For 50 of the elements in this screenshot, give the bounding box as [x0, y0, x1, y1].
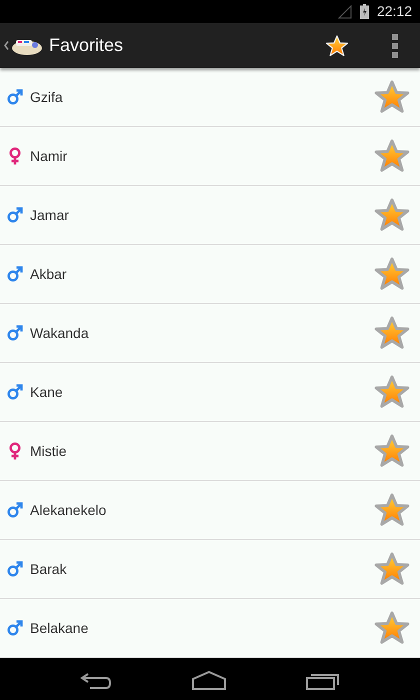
star-icon[interactable]	[374, 138, 410, 174]
battery-icon	[360, 4, 369, 19]
female-symbol-icon	[7, 147, 23, 165]
person-name: Kane	[30, 382, 63, 402]
star-icon[interactable]	[374, 374, 410, 410]
star-icon[interactable]	[374, 492, 410, 528]
home-icon[interactable]	[190, 671, 227, 691]
person-name: Gzifa	[30, 88, 63, 106]
male-symbol-icon	[7, 89, 23, 105]
star-icon[interactable]	[374, 256, 410, 292]
list-row[interactable]: Mistie	[0, 422, 420, 481]
list-row[interactable]: Alekanekelo	[0, 481, 420, 540]
male-symbol-icon	[7, 502, 23, 518]
recent-apps-icon[interactable]	[306, 672, 340, 690]
male-symbol-icon	[7, 207, 23, 223]
list-row[interactable]: Akbar	[0, 245, 420, 304]
male-symbol-icon	[7, 266, 23, 282]
list-row[interactable]: Namir	[0, 127, 420, 186]
star-icon[interactable]	[374, 197, 410, 233]
list-row[interactable]: Wakanda	[0, 304, 420, 363]
list-row[interactable]: Jamar	[0, 186, 420, 245]
person-name: Mistie	[30, 442, 67, 460]
male-symbol-icon	[7, 325, 23, 341]
overflow-menu-button[interactable]	[390, 32, 400, 58]
person-name: Akbar	[30, 264, 67, 284]
clock: 22:12	[376, 2, 412, 21]
screen-title: Favorites	[49, 34, 124, 57]
female-symbol-icon	[7, 442, 23, 460]
star-icon[interactable]	[374, 433, 410, 469]
star-icon[interactable]	[374, 79, 410, 115]
star-icon[interactable]	[374, 315, 410, 351]
star-icon[interactable]	[374, 551, 410, 587]
male-symbol-icon	[7, 561, 23, 577]
star-icon	[325, 34, 349, 58]
person-name: Alekanekelo	[30, 500, 106, 520]
list-row[interactable]: Kane	[0, 363, 420, 422]
person-name: Namir	[30, 146, 68, 166]
male-symbol-icon	[7, 620, 23, 636]
star-icon[interactable]	[374, 610, 410, 646]
person-name: Jamar	[30, 206, 69, 224]
favorites-button[interactable]	[324, 32, 350, 58]
list-row[interactable]: Barak	[0, 540, 420, 599]
person-name: Belakane	[30, 618, 88, 638]
person-name: Wakanda	[30, 324, 89, 342]
male-symbol-icon	[7, 384, 23, 400]
back-icon[interactable]	[80, 672, 112, 690]
caret-icon	[4, 41, 9, 50]
list-row[interactable]: Gzifa	[0, 68, 420, 127]
signal-icon	[338, 4, 352, 18]
person-name: Barak	[30, 560, 67, 578]
